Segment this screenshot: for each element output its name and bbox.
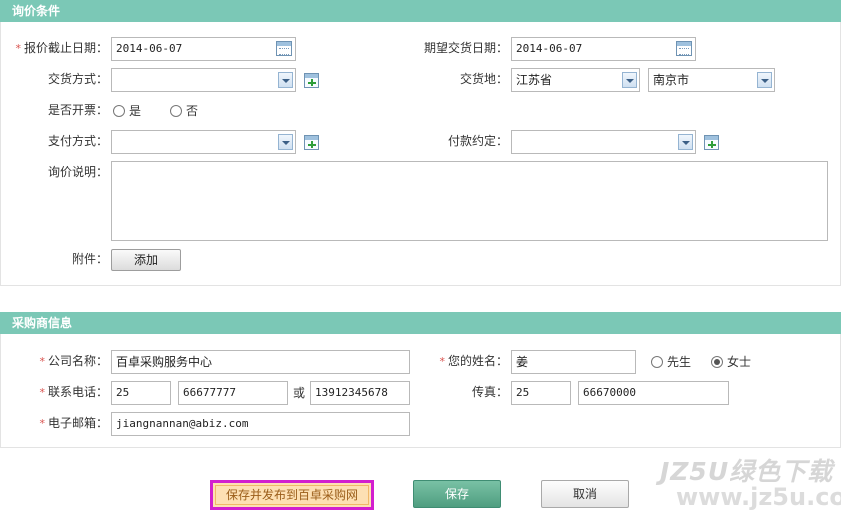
- phone-label: * 联系电话：: [20, 380, 108, 405]
- payment-method-select[interactable]: [111, 130, 296, 154]
- city-select[interactable]: 南京市: [648, 68, 775, 92]
- add-payment-terms-icon[interactable]: [704, 135, 719, 150]
- required-mark: *: [39, 386, 45, 399]
- gender-mr-radio[interactable]: [651, 356, 663, 368]
- gender-mr-label: 先生: [667, 355, 692, 369]
- chevron-down-icon[interactable]: [678, 134, 693, 150]
- name-input[interactable]: 姜: [511, 350, 636, 374]
- email-label-text: 电子邮箱：: [47, 416, 108, 430]
- chevron-down-icon[interactable]: [757, 72, 772, 88]
- deadline-label: * 报价截止日期：: [14, 36, 108, 61]
- deadline-date-input[interactable]: 2014-06-07: [111, 37, 296, 61]
- invoice-label: 是否开票：: [47, 103, 108, 117]
- calendar-icon[interactable]: [276, 41, 292, 56]
- chevron-down-icon[interactable]: [278, 134, 293, 150]
- email-input[interactable]: jiangnannan@abiz.com: [111, 412, 410, 436]
- invoice-yes-radio[interactable]: [113, 105, 125, 117]
- phone-number-input[interactable]: 66677777: [178, 381, 288, 405]
- add-delivery-method-icon[interactable]: [304, 73, 319, 88]
- publish-button[interactable]: 保存并发布到百卓采购网: [210, 480, 374, 510]
- calendar-icon[interactable]: [676, 41, 692, 56]
- deadline-label-text: 报价截止日期：: [23, 41, 108, 55]
- inquiry-section-header: 询价条件: [0, 0, 841, 22]
- email-label: * 电子邮箱：: [20, 411, 108, 436]
- publish-button-label: 保存并发布到百卓采购网: [225, 488, 358, 502]
- delivery-method-label: 交货方式：: [47, 72, 108, 86]
- chevron-down-icon[interactable]: [622, 72, 637, 88]
- expected-date-input[interactable]: 2014-06-07: [511, 37, 696, 61]
- watermark-url: www.jz5u.com: [676, 483, 841, 511]
- required-mark: *: [15, 42, 21, 55]
- name-label: * 您的姓名：: [420, 349, 508, 374]
- province-value: 江苏省: [516, 73, 553, 87]
- mobile-input[interactable]: 13912345678: [310, 381, 410, 405]
- invoice-no-radio[interactable]: [170, 105, 182, 117]
- gender-ms-radio[interactable]: [711, 356, 723, 368]
- company-label: * 公司名称：: [20, 349, 108, 374]
- delivery-method-select[interactable]: [111, 68, 296, 92]
- company-label-text: 公司名称：: [47, 354, 108, 368]
- fax-number-input[interactable]: 66670000: [578, 381, 729, 405]
- delivery-place-label: 交货地：: [459, 72, 508, 86]
- province-select[interactable]: 江苏省: [511, 68, 640, 92]
- company-input[interactable]: 百卓采购服务中心: [111, 350, 410, 374]
- phone-area-input[interactable]: 25: [111, 381, 171, 405]
- payment-method-label: 支付方式：: [47, 134, 108, 148]
- add-attachment-button[interactable]: 添加: [111, 249, 181, 271]
- city-value: 南京市: [653, 73, 690, 87]
- add-payment-method-icon[interactable]: [304, 135, 319, 150]
- expected-date-value: 2014-06-07: [516, 42, 583, 55]
- payment-terms-label: 付款约定：: [447, 134, 508, 148]
- fax-label: 传真：: [471, 385, 508, 399]
- name-label-text: 您的姓名：: [447, 354, 508, 368]
- required-mark: *: [439, 355, 445, 368]
- description-textarea[interactable]: [111, 161, 828, 241]
- cancel-button[interactable]: 取消: [541, 480, 629, 508]
- buyer-section-header: 采购商信息: [0, 312, 841, 334]
- required-mark: *: [39, 417, 45, 430]
- attachment-label: 附件：: [71, 252, 108, 266]
- deadline-date-value: 2014-06-07: [116, 42, 183, 55]
- or-label: 或: [293, 386, 306, 400]
- invoice-yes-label: 是: [129, 104, 142, 118]
- chevron-down-icon[interactable]: [278, 72, 293, 88]
- payment-terms-select[interactable]: [511, 130, 696, 154]
- save-button[interactable]: 保存: [413, 480, 501, 508]
- required-mark: *: [39, 355, 45, 368]
- gender-ms-label: 女士: [727, 355, 752, 369]
- fax-area-input[interactable]: 25: [511, 381, 571, 405]
- phone-label-text: 联系电话：: [47, 385, 108, 399]
- expected-date-label: 期望交货日期：: [423, 41, 508, 55]
- description-label: 询价说明：: [47, 165, 108, 179]
- inquiry-panel: [0, 22, 841, 286]
- invoice-no-label: 否: [186, 104, 199, 118]
